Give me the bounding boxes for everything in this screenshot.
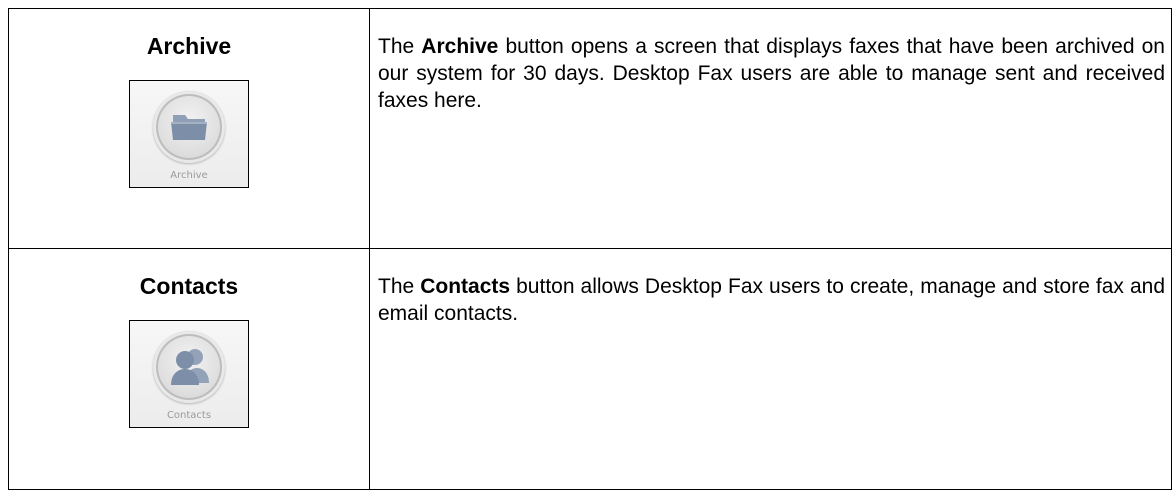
contacts-desc-bold: Contacts bbox=[420, 275, 511, 298]
contacts-title: Contacts bbox=[139, 273, 239, 299]
button-cell-contacts: Contacts Contacts bbox=[8, 248, 370, 490]
archive-circle bbox=[153, 91, 225, 163]
archive-desc-prefix: The bbox=[378, 35, 422, 58]
archive-caption: Archive bbox=[170, 170, 208, 181]
archive-button-image: Archive bbox=[129, 80, 249, 188]
table-row-archive: Archive Archive The Archive button opens… bbox=[8, 8, 1172, 249]
archive-description: The Archive button opens a screen that d… bbox=[370, 9, 1171, 114]
button-cell-archive: Archive Archive bbox=[8, 8, 370, 249]
contacts-circle bbox=[153, 331, 225, 403]
archive-desc-bold: Archive bbox=[421, 35, 499, 58]
description-cell-archive: The Archive button opens a screen that d… bbox=[369, 8, 1172, 249]
contacts-button-image: Contacts bbox=[129, 320, 249, 428]
contacts-caption: Contacts bbox=[166, 410, 212, 421]
folder-icon bbox=[171, 115, 207, 140]
description-cell-contacts: The Contacts button allows Desktop Fax u… bbox=[369, 248, 1172, 490]
contacts-description: The Contacts button allows Desktop Fax u… bbox=[370, 249, 1171, 327]
contacts-desc-prefix: The bbox=[378, 275, 421, 298]
archive-title: Archive bbox=[146, 33, 232, 59]
table-row-contacts: Contacts Contacts The Contacts button al… bbox=[8, 248, 1172, 490]
button-description-table: Archive Archive The Archive button opens… bbox=[8, 8, 1172, 490]
contacts-icon bbox=[171, 349, 209, 385]
